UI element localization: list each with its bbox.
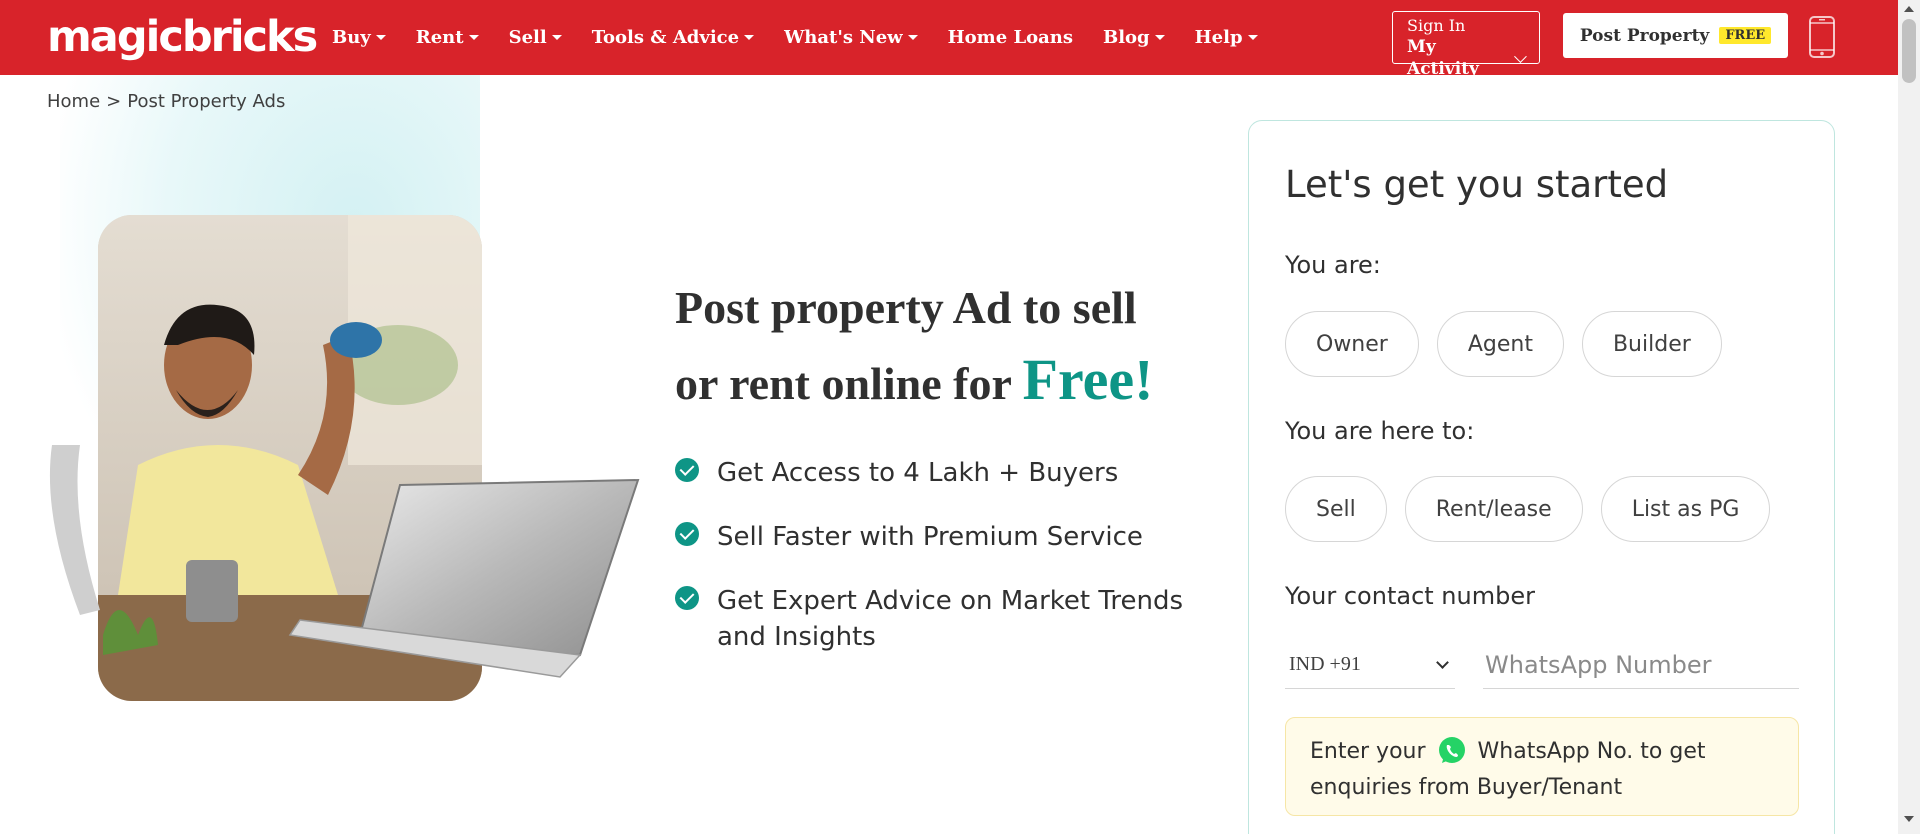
whatsapp-info-note: Enter your WhatsApp No. to get enquiries… xyxy=(1285,717,1799,816)
check-circle-icon xyxy=(675,522,699,546)
nav-buy-label: Buy xyxy=(332,27,371,48)
benefit-text: Get Expert Advice on Market Trends and I… xyxy=(717,586,1184,652)
benefit-text: Sell Faster with Premium Service xyxy=(717,522,1143,552)
nav-blog-label: Blog xyxy=(1103,27,1150,48)
you-are-label: You are: xyxy=(1285,251,1381,279)
laptop-illustration xyxy=(49,445,640,678)
option-rent-lease[interactable]: Rent/lease xyxy=(1404,476,1583,542)
nav-rent[interactable]: Rent xyxy=(416,27,479,48)
nav-tools-label: Tools & Advice xyxy=(591,27,740,48)
caret-down-icon xyxy=(375,35,386,40)
chevron-down-icon xyxy=(1436,655,1449,669)
nav-whats-new[interactable]: What's New xyxy=(784,27,918,48)
benefit-item: Sell Faster with Premium Service xyxy=(675,519,1215,555)
free-badge: FREE xyxy=(1719,27,1772,44)
check-circle-icon xyxy=(675,586,699,610)
chevron-down-icon xyxy=(1514,49,1527,63)
hero-headline: Post property Ad to sell or rent online … xyxy=(675,272,1235,420)
benefits-list: Get Access to 4 Lakh + Buyers Sell Faste… xyxy=(675,455,1215,683)
note-prefix: Enter your xyxy=(1310,739,1426,764)
benefit-text: Get Access to 4 Lakh + Buyers xyxy=(717,458,1119,488)
country-code-value: IND +91 xyxy=(1289,653,1361,675)
main-nav: Buy Rent Sell Tools & Advice What's New … xyxy=(332,0,1288,75)
breadcrumb-home[interactable]: Home xyxy=(47,91,100,112)
top-header: magicbricks Buy Rent Sell Tools & Advice… xyxy=(0,0,1898,79)
post-property-button[interactable]: Post Property FREE xyxy=(1563,13,1788,58)
nav-blog[interactable]: Blog xyxy=(1103,27,1165,48)
caret-down-icon xyxy=(551,35,562,40)
nav-rent-label: Rent xyxy=(415,27,464,48)
benefit-item: Get Access to 4 Lakh + Buyers xyxy=(675,455,1215,491)
nav-help-label: Help xyxy=(1194,27,1243,48)
nav-home-loans[interactable]: Home Loans xyxy=(948,27,1073,48)
mobile-phone-icon[interactable] xyxy=(1808,16,1836,58)
scroll-up-arrow-icon[interactable] xyxy=(1904,6,1914,12)
caret-down-icon xyxy=(1247,35,1258,40)
caret-down-icon xyxy=(468,35,479,40)
you-are-options: Owner Agent Builder xyxy=(1285,311,1740,377)
option-list-as-pg[interactable]: List as PG xyxy=(1600,476,1771,542)
nav-help[interactable]: Help xyxy=(1195,27,1258,48)
signin-label: Sign In xyxy=(1407,16,1466,35)
caret-down-icon xyxy=(744,35,755,40)
get-started-form: Let's get you started You are: Owner Age… xyxy=(1248,120,1835,834)
breadcrumb: Home > Post Property Ads xyxy=(47,91,285,112)
contact-number-label: Your contact number xyxy=(1285,582,1535,610)
caret-down-icon xyxy=(907,35,918,40)
breadcrumb-separator: > xyxy=(106,91,122,112)
here-to-label: You are here to: xyxy=(1285,417,1475,445)
nav-sell[interactable]: Sell xyxy=(509,27,562,48)
magicbricks-logo[interactable]: magicbricks xyxy=(47,12,318,62)
scroll-down-arrow-icon[interactable] xyxy=(1904,816,1914,822)
headline-part1: Post property Ad to sell xyxy=(675,282,1137,333)
my-activity-label: My Activity xyxy=(1407,37,1479,79)
whatsapp-number-input[interactable] xyxy=(1483,641,1799,689)
option-agent[interactable]: Agent xyxy=(1436,311,1564,377)
nav-home-loans-label: Home Loans xyxy=(947,27,1073,48)
here-to-options: Sell Rent/lease List as PG xyxy=(1285,476,1788,542)
headline-part2: or rent online for xyxy=(675,358,1012,409)
my-activity-row: My Activity xyxy=(1407,36,1527,80)
caret-down-icon xyxy=(1154,35,1165,40)
nav-tools-advice[interactable]: Tools & Advice xyxy=(591,27,755,48)
nav-whats-new-label: What's New xyxy=(784,27,903,48)
scroll-thumb[interactable] xyxy=(1902,19,1916,83)
signin-my-activity-button[interactable]: Sign In My Activity xyxy=(1392,11,1540,79)
post-property-label: Post Property xyxy=(1579,25,1710,46)
country-code-select[interactable]: IND +91 xyxy=(1285,641,1455,689)
breadcrumb-current: Post Property Ads xyxy=(127,91,286,112)
nav-buy[interactable]: Buy xyxy=(332,27,386,48)
nav-sell-label: Sell xyxy=(508,27,547,48)
page-scrollbar[interactable] xyxy=(1898,0,1920,834)
option-builder[interactable]: Builder xyxy=(1581,311,1722,377)
whatsapp-icon xyxy=(1438,737,1465,763)
check-circle-icon xyxy=(675,458,699,482)
option-sell[interactable]: Sell xyxy=(1285,476,1387,542)
benefit-item: Get Expert Advice on Market Trends and I… xyxy=(675,583,1215,655)
option-owner[interactable]: Owner xyxy=(1285,311,1419,377)
form-title: Let's get you started xyxy=(1285,163,1669,206)
headline-free: Free! xyxy=(1022,347,1154,412)
